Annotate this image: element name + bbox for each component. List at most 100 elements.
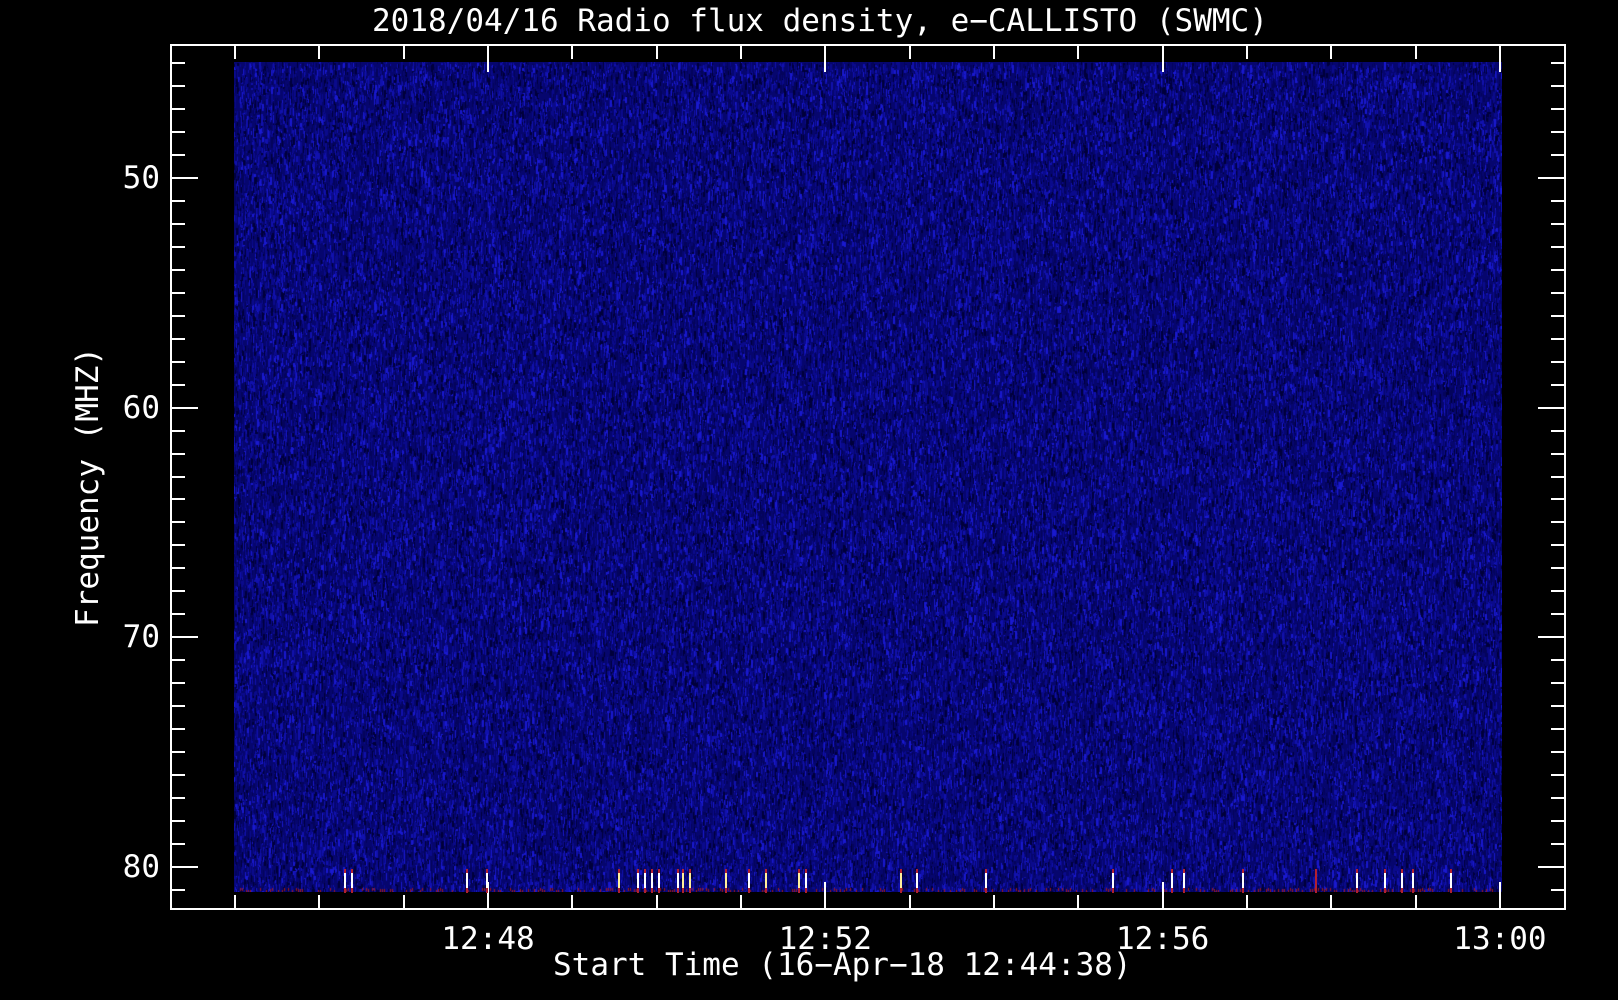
x-minor-tick: [1330, 895, 1333, 908]
x-minor-tick: [655, 46, 658, 59]
y-minor-tick: [1551, 682, 1564, 685]
y-tick-label: 60: [122, 389, 160, 426]
rfi-mark: [765, 869, 768, 893]
x-tick-label: 12:48: [441, 921, 535, 957]
y-minor-tick: [1551, 153, 1564, 156]
rfi-mark: [1182, 869, 1185, 893]
y-minor-tick: [1551, 774, 1564, 777]
rfi-mark: [1112, 869, 1115, 893]
y-minor-tick: [1551, 429, 1564, 432]
y-minor-tick: [1551, 383, 1564, 386]
y-minor-tick: [172, 797, 185, 800]
y-major-tick: [172, 176, 198, 179]
y-minor-tick: [172, 452, 185, 455]
x-minor-tick: [1414, 46, 1417, 59]
y-minor-tick: [1551, 613, 1564, 616]
y-minor-tick: [172, 728, 185, 731]
y-minor-tick: [172, 843, 185, 846]
rfi-mark: [1314, 869, 1317, 893]
rfi-mark: [343, 869, 346, 893]
rfi-mark: [1411, 869, 1414, 893]
rfi-mark: [748, 869, 751, 893]
x-major-tick: [1498, 46, 1501, 72]
y-minor-tick: [1551, 567, 1564, 570]
rfi-mark: [651, 869, 654, 893]
x-minor-tick: [908, 895, 911, 908]
y-minor-tick: [1551, 222, 1564, 225]
rfi-mark: [1171, 869, 1174, 893]
y-minor-tick: [1551, 199, 1564, 202]
x-minor-tick: [1077, 46, 1080, 59]
rfi-mark: [984, 869, 987, 893]
y-minor-tick: [172, 268, 185, 271]
y-major-tick: [1538, 406, 1564, 409]
rfi-mark: [465, 869, 468, 893]
y-tick-label: 50: [122, 159, 160, 196]
y-minor-tick: [1551, 728, 1564, 731]
x-minor-tick: [739, 46, 742, 59]
y-minor-tick: [172, 613, 185, 616]
x-major-tick: [487, 46, 489, 72]
y-minor-tick: [172, 360, 185, 363]
x-major-tick: [1161, 46, 1164, 72]
y-minor-tick: [1551, 62, 1564, 65]
x-major-tick: [824, 882, 827, 908]
rfi-mark: [724, 869, 727, 893]
y-minor-tick: [172, 383, 185, 386]
y-major-tick: [172, 406, 198, 409]
x-minor-tick: [1245, 46, 1248, 59]
rfi-mark: [804, 869, 807, 893]
y-minor-tick: [172, 521, 185, 524]
rfi-mark: [637, 869, 640, 893]
x-minor-tick: [402, 895, 405, 908]
y-minor-tick: [172, 590, 185, 593]
y-minor-tick: [1551, 659, 1564, 662]
x-minor-tick: [318, 895, 321, 908]
x-major-tick: [1498, 882, 1501, 908]
rfi-mark: [644, 869, 647, 893]
x-minor-tick: [571, 46, 574, 59]
y-minor-tick: [1551, 360, 1564, 363]
y-minor-tick: [1551, 590, 1564, 593]
x-major-tick: [1161, 882, 1164, 908]
y-minor-tick: [1551, 797, 1564, 800]
y-major-tick: [172, 636, 198, 639]
y-minor-tick: [172, 107, 185, 110]
y-minor-tick: [172, 245, 185, 248]
y-minor-tick: [172, 751, 185, 754]
rfi-mark: [900, 869, 903, 893]
x-minor-tick: [318, 46, 321, 59]
y-major-tick: [1538, 176, 1564, 179]
y-minor-tick: [1551, 291, 1564, 294]
y-minor-tick: [1551, 843, 1564, 846]
y-minor-tick: [172, 153, 185, 156]
y-minor-tick: [1551, 130, 1564, 133]
y-minor-tick: [172, 659, 185, 662]
rfi-mark: [1355, 869, 1358, 893]
y-minor-tick: [172, 682, 185, 685]
y-minor-tick: [172, 130, 185, 133]
rfi-mark: [682, 869, 685, 893]
y-minor-tick: [1551, 820, 1564, 823]
x-tick-label: 12:56: [1115, 921, 1210, 957]
y-minor-tick: [172, 498, 185, 501]
plot-frame: [170, 44, 1566, 910]
y-minor-tick: [1551, 751, 1564, 754]
y-minor-tick: [1551, 337, 1564, 340]
rfi-mark: [350, 869, 353, 893]
rfi-mark: [1383, 869, 1386, 893]
y-minor-tick: [1551, 452, 1564, 455]
rfi-mark: [1241, 869, 1244, 893]
y-minor-tick: [1551, 521, 1564, 524]
y-minor-tick: [172, 544, 185, 547]
y-minor-tick: [1551, 107, 1564, 110]
x-minor-tick: [908, 46, 911, 59]
y-minor-tick: [172, 337, 185, 340]
x-major-tick: [824, 46, 827, 72]
x-minor-tick: [1414, 895, 1417, 908]
y-tick-label: 80: [122, 849, 160, 885]
y-minor-tick: [172, 291, 185, 294]
y-minor-tick: [1551, 888, 1564, 891]
y-minor-tick: [172, 85, 185, 88]
rfi-mark: [617, 869, 620, 893]
